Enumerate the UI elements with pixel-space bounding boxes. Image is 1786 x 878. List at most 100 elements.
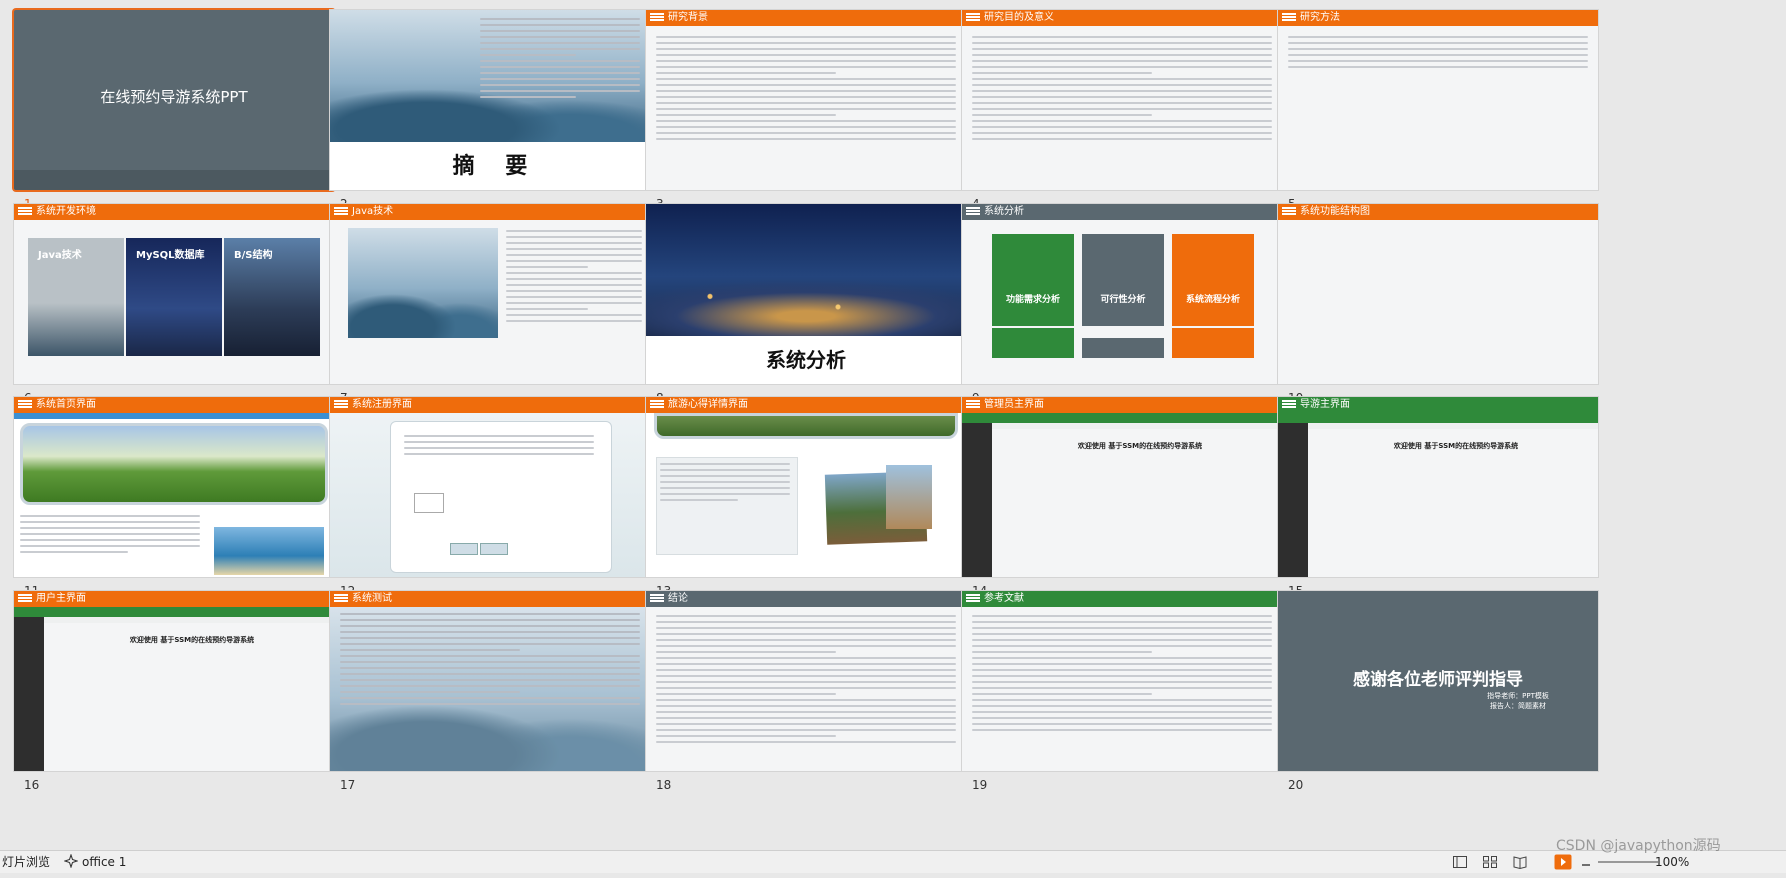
- slide-title: Java技术: [352, 206, 394, 217]
- slide-header-bar: 研究背景: [646, 10, 966, 26]
- body-text-lines: [340, 613, 640, 709]
- menu-lines-icon: [966, 207, 980, 215]
- slide-thumbnail-14[interactable]: 管理员主界面欢迎使用 基于SSM的在线预约导游系统14: [962, 397, 1282, 602]
- slide-thumbnail-6[interactable]: 系统开发环境Java技术MySQL数据库B/S结构6: [14, 204, 334, 409]
- slide-subtitle: 指导老师：PPT模板 报告人：简题素材: [1487, 692, 1549, 710]
- slide-canvas: 参考文献: [962, 591, 1282, 771]
- slide-thumbnail-17[interactable]: 系统测试 17: [330, 591, 650, 796]
- slide-canvas: 管理员主界面 欢迎使用 基于SSM的在线预约导游系统: [962, 397, 1282, 577]
- slide-thumbnail-11[interactable]: 系统首页界面11: [14, 397, 334, 602]
- theme-indicator[interactable]: office 1: [63, 851, 127, 873]
- slide-title: 旅游心得详情界面: [668, 399, 748, 410]
- tech-tile: Java技术: [28, 238, 124, 356]
- web-header-bar: [1278, 413, 1598, 423]
- breadcrumb-bar: [992, 423, 1282, 429]
- slide-thumbnail-12[interactable]: 系统注册界面12: [330, 397, 650, 602]
- slide-thumbnail-18[interactable]: 结论 18: [646, 591, 966, 796]
- star-icon[interactable]: [1239, 774, 1255, 790]
- breadcrumb-bar: [44, 617, 334, 623]
- slide-thumbnail-13[interactable]: 旅游心得详情界面13: [646, 397, 966, 602]
- slide-canvas: 在线预约导游系统PPT: [14, 10, 334, 190]
- menu-lines-icon: [18, 400, 32, 408]
- slide-canvas: 导游主界面 欢迎使用 基于SSM的在线预约导游系统: [1278, 397, 1598, 577]
- slide-canvas: 旅游心得详情界面: [646, 397, 966, 577]
- slide-title: 系统注册界面: [352, 399, 412, 410]
- slide-thumbnail-7[interactable]: Java技术7: [330, 204, 650, 409]
- slide-sorter-grid: 在线预约导游系统PPT1摘 要2研究背景3研究目的及意义4研究方法5 系统开发环境…: [0, 0, 1786, 850]
- banner-image: [654, 413, 958, 439]
- slide-sorter-view-icon[interactable]: [1482, 854, 1498, 876]
- banner-image: [20, 423, 328, 505]
- star-icon[interactable]: [923, 774, 939, 790]
- slide-number: 19: [972, 778, 988, 792]
- welcome-message: 欢迎使用 基于SSM的在线预约导游系统: [1077, 442, 1203, 450]
- menu-lines-icon: [650, 594, 664, 602]
- slide-main-title: 感谢各位老师评判指导: [1353, 670, 1523, 690]
- theme-label: office 1: [82, 855, 127, 869]
- slide-canvas: 系统测试: [330, 591, 650, 771]
- slide-title: 研究目的及意义: [984, 12, 1054, 23]
- slide-thumbnail-5[interactable]: 研究方法5: [1278, 10, 1598, 215]
- zoom-out-icon[interactable]: [1580, 856, 1592, 878]
- slide-header-bar: 系统测试: [330, 591, 650, 607]
- analysis-tile: 功能需求分析: [992, 234, 1074, 326]
- slide-header-bar: 系统注册界面: [330, 397, 650, 413]
- star-icon[interactable]: [1555, 774, 1571, 790]
- slide-number: 20: [1288, 778, 1304, 792]
- slideshow-button[interactable]: [1554, 854, 1572, 876]
- slide-title: 用户主界面: [36, 593, 86, 604]
- slide-thumbnail-19[interactable]: 参考文献 19: [962, 591, 1282, 796]
- slide-canvas: 系统分析: [646, 204, 966, 384]
- star-icon[interactable]: [291, 774, 307, 790]
- menu-lines-icon: [334, 400, 348, 408]
- welcome-message: 欢迎使用 基于SSM的在线预约导游系统: [129, 636, 255, 644]
- slide-thumbnail-2[interactable]: 摘 要2: [330, 10, 650, 215]
- analysis-tile-label: 可行性分析: [1100, 295, 1146, 305]
- register-screenshot: [330, 413, 650, 577]
- tech-tile-label: MySQL数据库: [136, 250, 205, 261]
- zoom-slider[interactable]: [1598, 861, 1658, 863]
- band-block: [1082, 338, 1164, 358]
- body-text-lines: [656, 615, 956, 747]
- slide-thumbnail-1[interactable]: 在线预约导游系统PPT1: [14, 10, 334, 215]
- bottom-band: [14, 170, 334, 190]
- watermark-text: CSDN @javapython源码: [1556, 838, 1721, 854]
- view-mode-label[interactable]: 灯片浏览: [2, 851, 50, 873]
- arrow-band: [992, 328, 1074, 358]
- admin-sidebar: [1278, 423, 1308, 577]
- slide-thumbnail-4[interactable]: 研究目的及意义4: [962, 10, 1282, 215]
- slide-thumbnail-15[interactable]: 导游主界面欢迎使用 基于SSM的在线预约导游系统15: [1278, 397, 1598, 602]
- star-icon[interactable]: [607, 774, 623, 790]
- slide-thumbnail-8[interactable]: 系统分析8: [646, 204, 966, 409]
- slide-thumbnail-16[interactable]: 用户主界面 欢迎使用 基于SSM的在线预约导游系统 16: [14, 591, 334, 796]
- slide-canvas: 系统分析 功能需求分析 可行性分析 系统流程分析: [962, 204, 1282, 384]
- slide-title: 系统首页界面: [36, 399, 96, 410]
- slide-header-bar: 导游主界面: [1278, 397, 1598, 413]
- slide-header-bar: 参考文献: [962, 591, 1282, 607]
- analysis-tile-label: 功能需求分析: [1005, 295, 1060, 305]
- slide-main-title: 摘 要: [452, 154, 528, 179]
- slide-thumbnail-9[interactable]: 系统分析功能需求分析可行性分析系统流程分析9: [962, 204, 1282, 409]
- slide-thumbnail-3[interactable]: 研究背景3: [646, 10, 966, 215]
- slide-thumbnail-10[interactable]: 系统功能结构图10: [1278, 204, 1598, 409]
- menu-lines-icon: [966, 13, 980, 21]
- slide-canvas: 系统功能结构图: [1278, 204, 1598, 384]
- reading-view-icon[interactable]: [1512, 854, 1528, 876]
- scenery-image: [886, 465, 932, 529]
- body-text-lines: [972, 615, 1272, 735]
- slide-main-title: 系统分析: [766, 348, 846, 372]
- analysis-tile: 可行性分析: [1082, 234, 1164, 326]
- slide-canvas: 用户主界面欢迎使用 基于SSM的在线预约导游系统: [14, 591, 334, 771]
- normal-view-icon[interactable]: [1452, 854, 1468, 876]
- body-text-lines: [656, 36, 956, 144]
- band-block: [1172, 328, 1254, 358]
- beach-image: [214, 527, 324, 575]
- slide-canvas: 研究目的及意义: [962, 10, 1282, 190]
- slide-number: 17: [340, 778, 356, 792]
- slide-thumbnail-20[interactable]: 感谢各位老师评判指导指导老师：PPT模板 报告人：简题素材 20: [1278, 591, 1598, 796]
- slide-canvas: 感谢各位老师评判指导指导老师：PPT模板 报告人：简题素材: [1278, 591, 1598, 771]
- body-text-lines: [1288, 36, 1588, 72]
- slide-header-bar: 研究方法: [1278, 10, 1598, 26]
- theme-icon: [63, 853, 79, 869]
- breadcrumb-bar: [1308, 423, 1598, 429]
